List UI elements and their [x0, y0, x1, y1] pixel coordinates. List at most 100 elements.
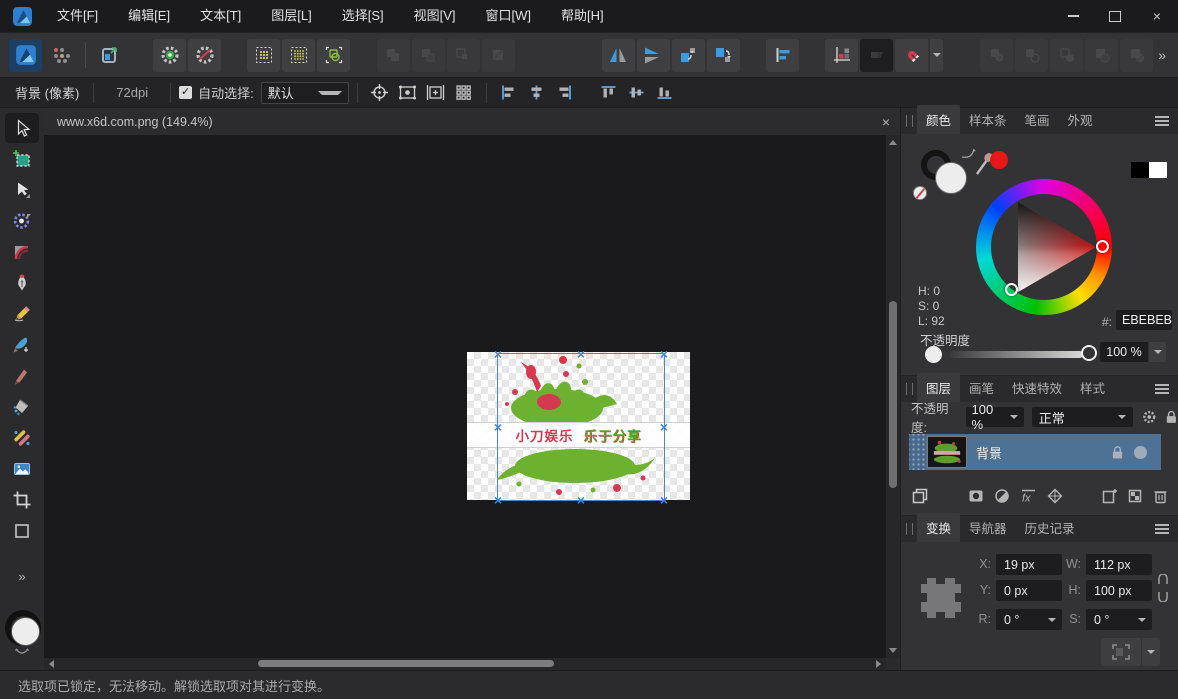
layer-row-background[interactable]: 背景 — [909, 434, 1161, 470]
blend-mode-dropdown[interactable]: 正常 — [1032, 407, 1133, 427]
opacity-slider-knob[interactable] — [1081, 345, 1097, 361]
export-persona-button[interactable] — [94, 39, 127, 72]
mode-toggle-button[interactable] — [860, 39, 893, 72]
close-button[interactable]: × — [1136, 0, 1178, 32]
shear-dropdown[interactable]: 0 ° — [1086, 609, 1152, 630]
pencil-tool[interactable] — [5, 299, 39, 329]
menu-select[interactable]: 选择[S] — [327, 0, 399, 32]
hue-selector[interactable] — [1096, 240, 1109, 253]
snap-grid-button[interactable] — [247, 39, 280, 72]
align-left-button[interactable] — [496, 81, 522, 105]
fill-tool[interactable] — [5, 392, 39, 422]
align-center-button[interactable] — [524, 81, 550, 105]
document-tab[interactable]: www.x6d.com.png (149.4%) — [57, 115, 213, 129]
gradient-tool[interactable] — [5, 423, 39, 453]
layer-drag-handle[interactable] — [909, 434, 926, 470]
menu-edit[interactable]: 编辑[E] — [113, 0, 185, 32]
point-transform-tool[interactable] — [5, 206, 39, 236]
auto-select-dropdown[interactable]: 默认 — [261, 82, 349, 104]
duplicate-layers-button[interactable] — [911, 487, 929, 505]
menu-view[interactable]: 视图[V] — [399, 0, 471, 32]
menu-file[interactable]: 文件[F] — [42, 0, 113, 32]
menu-text[interactable]: 文本[T] — [185, 0, 256, 32]
selection-handle[interactable]: × — [492, 421, 504, 433]
menu-window[interactable]: 窗口[W] — [471, 0, 547, 32]
h-field[interactable]: 100 px — [1086, 580, 1152, 601]
tab-navigator[interactable]: 导航器 — [960, 513, 1016, 542]
layer-effects-button[interactable]: fx — [1020, 488, 1037, 504]
layer-locked-icon[interactable] — [1111, 445, 1124, 460]
flip-vertical-button[interactable] — [637, 39, 670, 72]
scroll-left-icon[interactable] — [49, 660, 54, 668]
layer-visibility-toggle[interactable] — [1134, 446, 1147, 459]
selection-bounds[interactable]: × × × × × × × × — [497, 353, 665, 501]
link-dimensions-icon[interactable] — [1157, 574, 1169, 602]
node-tool[interactable] — [5, 175, 39, 205]
new-pixel-layer-button[interactable] — [1127, 488, 1143, 504]
panel-menu-icon[interactable] — [1155, 114, 1169, 128]
pen-tool[interactable] — [5, 268, 39, 298]
new-layer-button[interactable] — [1101, 488, 1117, 504]
rotate-cw-button[interactable] — [707, 39, 740, 72]
sl-selector[interactable] — [1005, 283, 1018, 296]
place-image-tool[interactable] — [5, 454, 39, 484]
marquee-tool[interactable] — [5, 144, 39, 174]
adjustment-layer-button[interactable] — [994, 488, 1010, 504]
selection-handle[interactable]: × — [575, 348, 587, 360]
bw-default-swatch[interactable] — [1131, 162, 1167, 178]
blend-options-gear-icon[interactable] — [1142, 409, 1157, 425]
layer-opacity-field[interactable]: 100 % — [966, 407, 1024, 427]
selection-handle[interactable]: × — [492, 494, 504, 506]
tab-history[interactable]: 历史记录 — [1016, 513, 1084, 542]
minimize-button[interactable] — [1052, 0, 1094, 32]
fill-knife-tool[interactable] — [5, 361, 39, 391]
anchor-point-selector[interactable] — [921, 578, 961, 618]
canvas-viewport[interactable]: 小刀娱乐 乐于分享 × × × × × × × × — [44, 135, 886, 658]
tab-styles[interactable]: 样式 — [1071, 373, 1114, 402]
panel-menu-icon[interactable] — [1155, 522, 1169, 536]
tools-expand-button[interactable]: » — [18, 569, 25, 584]
vertical-scroll-thumb[interactable] — [889, 301, 897, 488]
scroll-down-icon[interactable] — [889, 648, 897, 653]
align-bottom-button[interactable] — [652, 81, 678, 105]
alignment-button[interactable] — [766, 39, 799, 72]
panel-menu-icon[interactable] — [1155, 382, 1169, 396]
selection-handle[interactable]: × — [658, 348, 670, 360]
hide-selection-button[interactable] — [395, 81, 421, 105]
vector-brush-tool[interactable] — [5, 330, 39, 360]
tab-color[interactable]: 颜色 — [917, 105, 960, 134]
tab-transform[interactable]: 变换 — [917, 513, 960, 542]
lock-layer-icon[interactable] — [1165, 409, 1178, 425]
toolbar-overflow-button[interactable]: » — [1154, 47, 1170, 63]
layer-thumbnail[interactable] — [927, 436, 967, 468]
snapping-grid-axis-button[interactable] — [825, 39, 858, 72]
tools-color-well[interactable] — [4, 610, 40, 646]
scroll-up-icon[interactable] — [889, 140, 897, 145]
picked-color-swatch[interactable] — [990, 151, 1008, 169]
selection-handle[interactable]: × — [658, 421, 670, 433]
tab-appearance[interactable]: 外观 — [1059, 105, 1102, 134]
hex-input[interactable]: EBEBEB — [1116, 310, 1172, 330]
transform-mode-button[interactable] — [1101, 638, 1141, 666]
show-rotation-center-button[interactable] — [367, 81, 393, 105]
panel-grip[interactable] — [906, 115, 913, 127]
designer-persona-button[interactable] — [9, 39, 42, 72]
selection-handle[interactable]: × — [575, 494, 587, 506]
cycle-selection-box-button[interactable] — [451, 81, 477, 105]
horizontal-scroll-thumb[interactable] — [258, 660, 554, 667]
auto-correct-button[interactable] — [153, 39, 186, 72]
shape-tool[interactable] — [5, 516, 39, 546]
tab-quick-fx[interactable]: 快速特效 — [1003, 373, 1071, 402]
w-field[interactable]: 112 px — [1086, 554, 1152, 575]
vertical-scrollbar[interactable] — [886, 135, 900, 658]
menu-help[interactable]: 帮助[H] — [546, 0, 619, 32]
selection-handle[interactable]: × — [492, 348, 504, 360]
opacity-slider[interactable] — [949, 351, 1083, 358]
crop-tool[interactable] — [5, 485, 39, 515]
opacity-swatch[interactable] — [925, 346, 942, 363]
horizontal-scrollbar[interactable] — [44, 658, 886, 670]
fill-color-swatch[interactable] — [935, 162, 967, 194]
persona-switcher-button[interactable] — [44, 39, 77, 72]
flip-horizontal-button[interactable] — [602, 39, 635, 72]
tab-swatches[interactable]: 样本条 — [960, 105, 1016, 134]
